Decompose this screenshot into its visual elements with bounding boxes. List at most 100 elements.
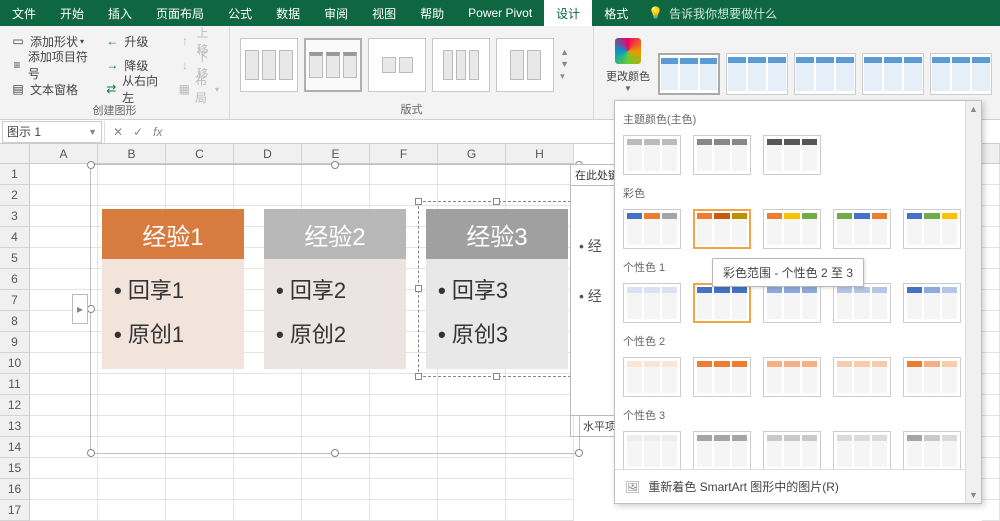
- menu-审阅[interactable]: 审阅: [312, 0, 360, 26]
- cell[interactable]: [30, 185, 98, 206]
- menu-公式[interactable]: 公式: [216, 0, 264, 26]
- cell[interactable]: [982, 458, 1000, 479]
- resize-handle[interactable]: [331, 161, 339, 169]
- menu-文件[interactable]: 文件: [0, 0, 48, 26]
- cell[interactable]: [982, 374, 1000, 395]
- cell[interactable]: [234, 500, 302, 521]
- col-header-G[interactable]: G: [438, 144, 506, 164]
- change-colors-button[interactable]: 更改颜色 ▼: [600, 30, 656, 100]
- menu-视图[interactable]: 视图: [360, 0, 408, 26]
- layout-thumb-1[interactable]: [240, 38, 298, 92]
- cell[interactable]: [982, 185, 1000, 206]
- cell[interactable]: [438, 500, 506, 521]
- row-header-4[interactable]: 4: [0, 227, 30, 248]
- menu-Power Pivot[interactable]: Power Pivot: [456, 0, 544, 26]
- cell[interactable]: [234, 458, 302, 479]
- row-header-16[interactable]: 16: [0, 479, 30, 500]
- cell[interactable]: [982, 500, 1000, 521]
- color-scheme-thumb[interactable]: [623, 209, 681, 249]
- cell[interactable]: [30, 353, 98, 374]
- gallery-more[interactable]: ▾: [560, 71, 569, 82]
- col-header-H[interactable]: H: [506, 144, 574, 164]
- cell[interactable]: [166, 500, 234, 521]
- col-header-D[interactable]: D: [234, 144, 302, 164]
- row-header-6[interactable]: 6: [0, 269, 30, 290]
- color-scheme-thumb[interactable]: [833, 209, 891, 249]
- color-scheme-thumb[interactable]: [693, 283, 751, 323]
- color-scheme-thumb[interactable]: [903, 431, 961, 469]
- col-header-F[interactable]: F: [370, 144, 438, 164]
- color-scheme-thumb[interactable]: [833, 357, 891, 397]
- row-header-17[interactable]: 17: [0, 500, 30, 521]
- menu-插入[interactable]: 插入: [96, 0, 144, 26]
- cell[interactable]: [982, 269, 1000, 290]
- cell[interactable]: [30, 269, 98, 290]
- promote-button[interactable]: ←升级: [100, 30, 167, 52]
- cell[interactable]: [30, 206, 98, 227]
- cell[interactable]: [982, 164, 1000, 185]
- cell[interactable]: [370, 458, 438, 479]
- cell[interactable]: [30, 395, 98, 416]
- cell[interactable]: [30, 458, 98, 479]
- cell[interactable]: [506, 500, 574, 521]
- cell[interactable]: [506, 458, 574, 479]
- tell-me[interactable]: 💡 告诉我你想要做什么: [640, 5, 785, 22]
- color-scheme-thumb[interactable]: [623, 431, 681, 469]
- cell[interactable]: [982, 416, 1000, 437]
- col-header-partial[interactable]: [982, 144, 1000, 164]
- color-scheme-thumb[interactable]: [763, 283, 821, 323]
- row-header-2[interactable]: 2: [0, 185, 30, 206]
- smartart-style-thumb[interactable]: [726, 53, 788, 95]
- resize-handle[interactable]: [87, 305, 95, 313]
- cell[interactable]: [982, 227, 1000, 248]
- select-all-corner[interactable]: [0, 144, 30, 164]
- row-header-10[interactable]: 10: [0, 353, 30, 374]
- cell[interactable]: [30, 248, 98, 269]
- gallery-down[interactable]: ▼: [560, 59, 569, 69]
- row-header-12[interactable]: 12: [0, 395, 30, 416]
- layout-thumb-3[interactable]: [368, 38, 426, 92]
- cell[interactable]: [30, 374, 98, 395]
- menu-页面布局[interactable]: 页面布局: [144, 0, 216, 26]
- color-scheme-thumb[interactable]: [623, 357, 681, 397]
- cell[interactable]: [438, 479, 506, 500]
- cell[interactable]: [30, 332, 98, 353]
- menu-开始[interactable]: 开始: [48, 0, 96, 26]
- color-scheme-thumb[interactable]: [763, 431, 821, 469]
- resize-handle[interactable]: [331, 449, 339, 457]
- cell[interactable]: [982, 479, 1000, 500]
- cell[interactable]: [370, 500, 438, 521]
- col-header-B[interactable]: B: [98, 144, 166, 164]
- cell[interactable]: [506, 479, 574, 500]
- color-scheme-thumb[interactable]: [833, 431, 891, 469]
- dropdown-scrollbar[interactable]: ▲ ▼: [965, 101, 981, 503]
- gallery-up[interactable]: ▲: [560, 47, 569, 57]
- cell[interactable]: [302, 479, 370, 500]
- cell[interactable]: [982, 206, 1000, 227]
- name-box[interactable]: 图示 1 ▼: [2, 121, 102, 143]
- resize-handle[interactable]: [87, 161, 95, 169]
- menu-格式[interactable]: 格式: [592, 0, 640, 26]
- color-scheme-thumb[interactable]: [693, 357, 751, 397]
- row-header-1[interactable]: 1: [0, 164, 30, 185]
- cell[interactable]: [30, 500, 98, 521]
- cell[interactable]: [982, 395, 1000, 416]
- color-scheme-thumb[interactable]: [903, 357, 961, 397]
- cell[interactable]: [166, 458, 234, 479]
- color-scheme-thumb[interactable]: [903, 283, 961, 323]
- menu-数据[interactable]: 数据: [264, 0, 312, 26]
- smartart-object[interactable]: ▸ 经验1回享1原创1经验2回享2原创2经验3回享3原创3: [90, 164, 580, 454]
- scroll-up-icon[interactable]: ▲: [966, 101, 981, 117]
- smartart-style-thumb[interactable]: [794, 53, 856, 95]
- layout-thumb-5[interactable]: [496, 38, 554, 92]
- color-scheme-thumb[interactable]: [833, 283, 891, 323]
- cell[interactable]: [30, 416, 98, 437]
- cell[interactable]: [30, 227, 98, 248]
- col-header-C[interactable]: C: [166, 144, 234, 164]
- color-scheme-thumb[interactable]: [693, 431, 751, 469]
- row-header-14[interactable]: 14: [0, 437, 30, 458]
- recolor-picture-button[interactable]: 🖼 重新着色 SmartArt 图形中的图片(R): [615, 469, 981, 503]
- row-header-15[interactable]: 15: [0, 458, 30, 479]
- layout-thumb-2[interactable]: [304, 38, 362, 92]
- cell[interactable]: [982, 332, 1000, 353]
